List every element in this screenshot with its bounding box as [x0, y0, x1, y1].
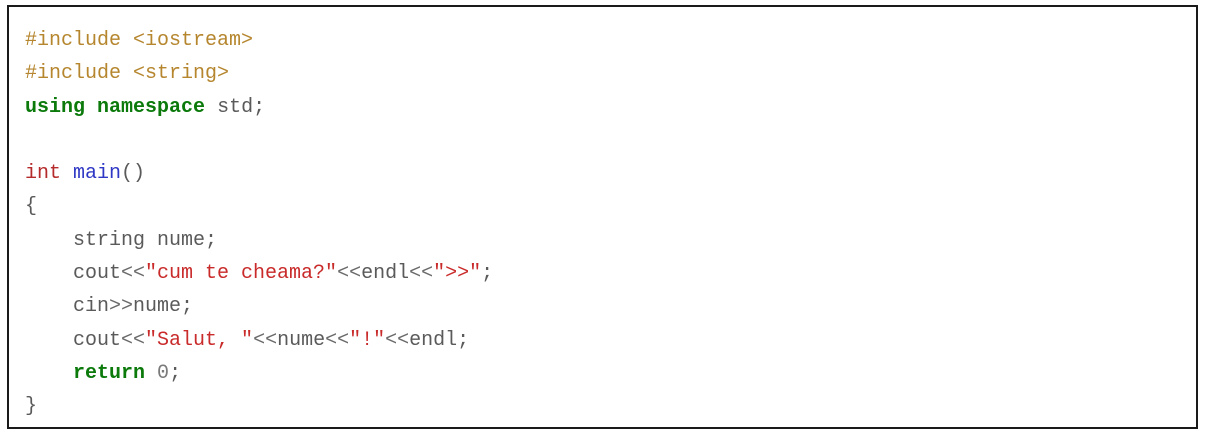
code-token: ">>" — [433, 262, 482, 286]
code-token: #include <string> — [25, 62, 230, 86]
code-line: #include <iostream> — [25, 24, 493, 57]
code-line: #include <string> — [25, 57, 493, 90]
code-line: using namespace std; — [25, 91, 493, 124]
code-token: using — [25, 95, 86, 119]
code-token: >> — [109, 295, 134, 319]
code-line: return 0; — [25, 357, 493, 390]
code-token: #include <iostream> — [25, 29, 254, 52]
code-token: } — [25, 395, 38, 419]
code-line: { — [25, 190, 493, 223]
code-token: << — [325, 328, 350, 352]
code-token: ; — [481, 262, 494, 286]
code-token: cin — [25, 295, 110, 319]
code-token: { — [25, 195, 38, 219]
code-token: () — [121, 162, 146, 186]
code-token: << — [121, 328, 146, 352]
code-token: std; — [205, 95, 266, 119]
code-token: endl — [361, 262, 410, 286]
code-token: namespace — [97, 95, 206, 119]
code-token: return — [73, 361, 146, 385]
code-token: nume; — [133, 295, 194, 319]
code-token: cout — [25, 328, 122, 352]
code-line: string nume; — [25, 224, 493, 257]
code-token: main — [73, 162, 122, 186]
code-line: cout<<"Salut, "<<nume<<"!"<<endl; — [25, 324, 493, 357]
code-token: string nume; — [25, 228, 218, 252]
code-line: } — [25, 390, 493, 423]
code-token: 0 — [157, 361, 170, 385]
code-line: int main() — [25, 157, 493, 190]
code-token: nume — [277, 328, 326, 352]
code-listing: #include <iostream> #include <string> usin… — [25, 24, 493, 424]
code-line: cin>>nume; — [25, 290, 493, 323]
code-token: endl; — [409, 328, 470, 352]
code-line: cout<<"cum te cheama?"<<endl<<">>"; — [25, 257, 493, 290]
code-token: << — [385, 328, 410, 352]
code-token: << — [253, 328, 278, 352]
code-token: "Salut, " — [145, 328, 254, 352]
code-listing-frame: #include <iostream> #include <string> usin… — [7, 5, 1198, 429]
code-token: int — [25, 162, 62, 186]
code-token: cout — [25, 262, 122, 286]
code-token: << — [337, 262, 362, 286]
code-token: << — [409, 262, 434, 286]
code-token: << — [121, 262, 146, 286]
code-token: ; — [169, 361, 182, 385]
code-token: "cum te cheama?" — [145, 262, 338, 286]
code-token: "!" — [349, 328, 386, 352]
